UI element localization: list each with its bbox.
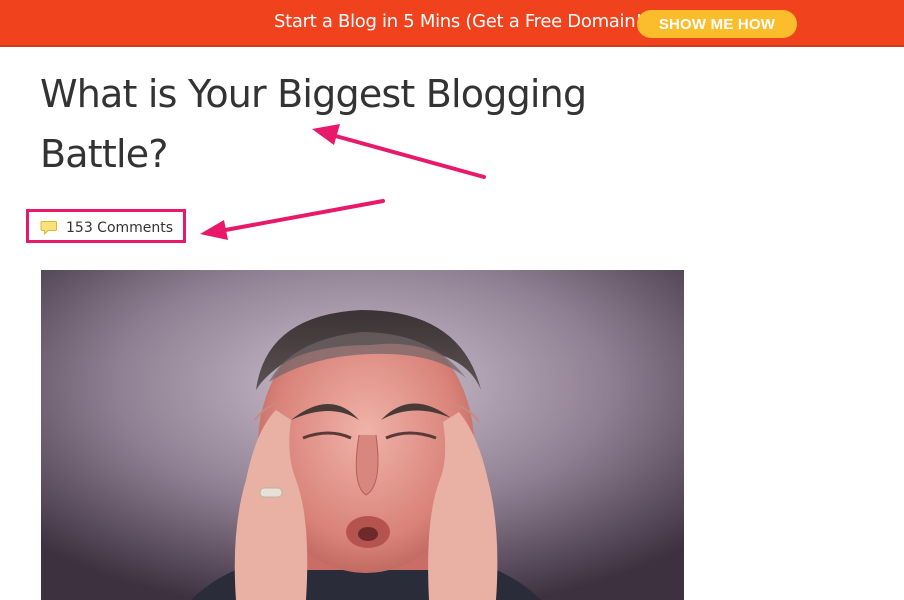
post-title: What is Your Biggest Blogging Battle?	[40, 64, 640, 184]
post-featured-image	[41, 270, 684, 600]
frustrated-man-illustration	[41, 270, 684, 600]
post-title-line-1: What is Your Biggest Blogging	[40, 72, 587, 116]
comments-arrow	[200, 199, 385, 240]
comments-count: 153 Comments	[66, 220, 174, 236]
post-title-line-2: Battle?	[40, 132, 168, 176]
speech-bubble-icon	[40, 221, 57, 236]
comments-link[interactable]: 153 Comments	[40, 218, 173, 238]
promo-text: Start a Blog in 5 Mins (Get a Free Domai…	[274, 11, 649, 32]
promo-bar: Start a Blog in 5 Mins (Get a Free Domai…	[0, 0, 904, 47]
show-me-how-button[interactable]: SHOW ME HOW	[637, 10, 797, 38]
